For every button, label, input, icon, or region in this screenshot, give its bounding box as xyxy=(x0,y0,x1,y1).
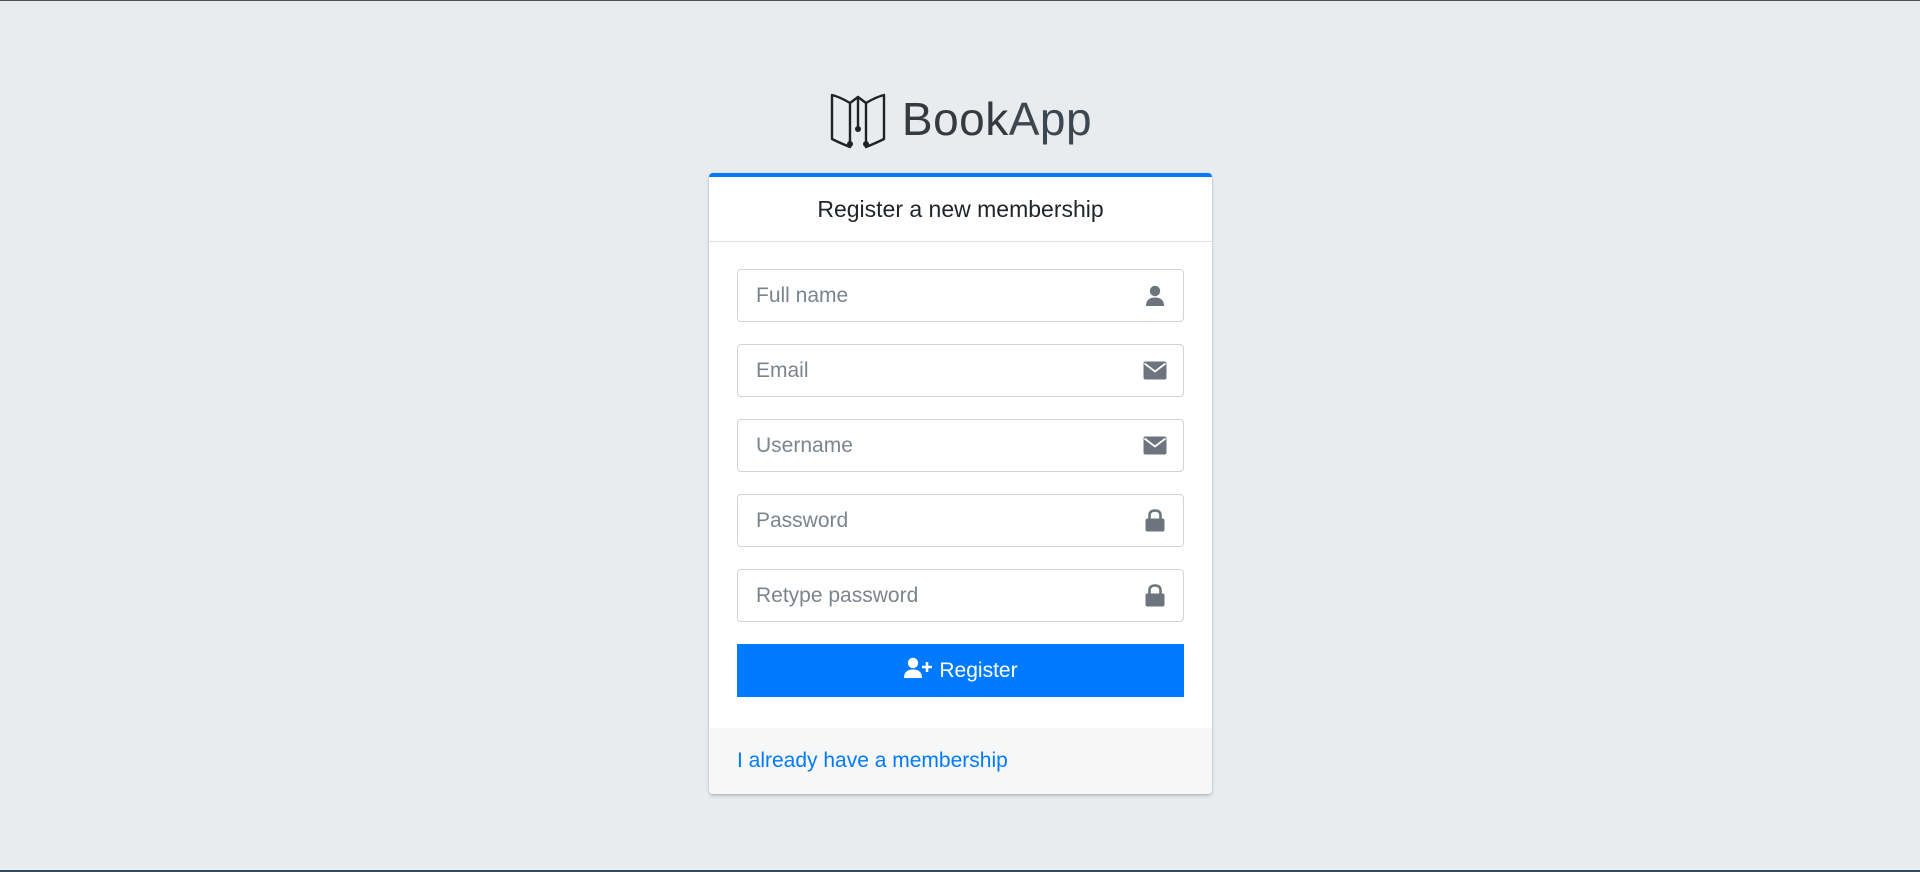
username-field xyxy=(737,419,1184,472)
register-button-label: Register xyxy=(939,658,1018,682)
retype-password-field xyxy=(737,569,1184,622)
card-title: Register a new membership xyxy=(709,177,1212,242)
password-input[interactable] xyxy=(738,495,1127,546)
lock-icon xyxy=(1127,495,1183,546)
username-input[interactable] xyxy=(738,420,1127,471)
register-form: Register xyxy=(709,242,1212,697)
register-card: Register a new membership Full name Emai… xyxy=(709,173,1212,794)
lock-icon xyxy=(1127,570,1183,621)
card-footer: I already have a membership xyxy=(709,728,1212,794)
user-icon xyxy=(1127,270,1183,321)
brand-logo: BookApp xyxy=(0,87,1920,151)
brand-name-bold: Book xyxy=(901,93,1009,145)
page-frame: BookApp Register a new membership Full n… xyxy=(0,0,1920,872)
password-field xyxy=(737,494,1184,547)
envelope-icon xyxy=(1127,420,1183,471)
brand-name-light: App xyxy=(1008,93,1093,145)
full-name-field xyxy=(737,269,1184,322)
register-button[interactable]: Register xyxy=(737,644,1184,697)
brand-name: BookApp xyxy=(902,96,1092,142)
open-book-icon xyxy=(828,89,888,149)
retype-password-input[interactable] xyxy=(738,570,1127,621)
login-link[interactable]: I already have a membership xyxy=(737,749,1008,773)
email-input[interactable] xyxy=(738,345,1127,396)
email-field xyxy=(737,344,1184,397)
user-plus-icon xyxy=(903,657,933,685)
envelope-icon xyxy=(1127,345,1183,396)
full-name-input[interactable] xyxy=(738,270,1127,321)
